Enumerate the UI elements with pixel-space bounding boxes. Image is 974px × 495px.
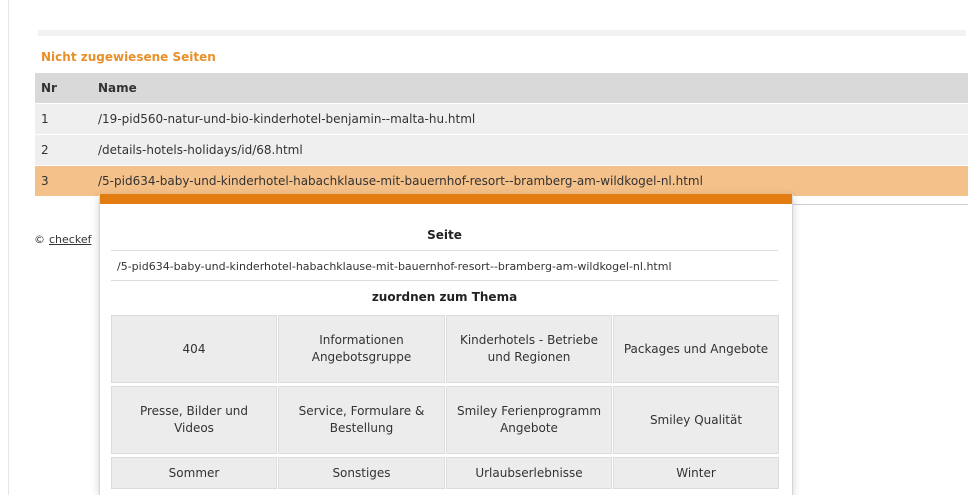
footer: © checkef xyxy=(34,233,91,246)
popup-accent-bar xyxy=(100,194,792,204)
divider xyxy=(790,204,968,205)
topic-button-winter[interactable]: Winter xyxy=(613,457,779,489)
column-header-name: Name xyxy=(92,73,968,104)
page: Nicht zugewiesene Seiten Nr Name 1 /19-p… xyxy=(0,0,974,495)
row-page-url[interactable]: /19-pid560-natur-und-bio-kinderhotel-ben… xyxy=(92,103,968,135)
table-row[interactable]: 1 /19-pid560-natur-und-bio-kinderhotel-b… xyxy=(35,103,968,135)
topic-button-kinderhotels[interactable]: Kinderhotels - Betriebe und Regionen xyxy=(446,315,612,383)
row-page-url[interactable]: /details-hotels-holidays/id/68.html xyxy=(92,134,968,166)
topic-button-qualitaet[interactable]: Smiley Qualität xyxy=(613,386,779,454)
topic-button-urlaubserlebnisse[interactable]: Urlaubserlebnisse xyxy=(446,457,612,489)
topic-button-packages[interactable]: Packages und Angebote xyxy=(613,315,779,383)
topic-button-404[interactable]: 404 xyxy=(111,315,277,383)
top-divider xyxy=(38,30,966,36)
popup-topic-heading: zuordnen zum Thema xyxy=(371,290,518,304)
table-row-selected[interactable]: 3 /5-pid634-baby-und-kinderhotel-habachk… xyxy=(35,165,968,197)
footer-link[interactable]: checkef xyxy=(49,233,91,246)
unassigned-pages-table: Nr Name 1 /19-pid560-natur-und-bio-kinde… xyxy=(35,73,968,197)
table-header-row: Nr Name xyxy=(35,73,968,104)
popup-page-heading: Seite xyxy=(427,228,462,242)
table-row[interactable]: 2 /details-hotels-holidays/id/68.html xyxy=(35,134,968,166)
topic-grid: 404 Informationen Angebotsgruppe Kinderh… xyxy=(111,315,779,489)
topic-button-sonstiges[interactable]: Sonstiges xyxy=(278,457,445,489)
row-page-url[interactable]: /5-pid634-baby-und-kinderhotel-habachkla… xyxy=(92,165,968,197)
copyright-symbol: © xyxy=(34,233,45,246)
frame-border xyxy=(8,0,9,495)
row-nr: 1 xyxy=(35,103,92,135)
column-header-nr: Nr xyxy=(35,73,92,104)
popup-page-url: /5-pid634-baby-und-kinderhotel-habachkla… xyxy=(111,250,778,281)
topic-button-sommer[interactable]: Sommer xyxy=(111,457,277,489)
topic-button-ferienprogramm[interactable]: Smiley Ferienprogramm Angebote xyxy=(446,386,612,454)
topic-button-service[interactable]: Service, Formulare & Bestellung xyxy=(278,386,445,454)
row-nr: 3 xyxy=(35,165,92,197)
topic-button-informationen[interactable]: Informationen Angebotsgruppe xyxy=(278,315,445,383)
row-nr: 2 xyxy=(35,134,92,166)
section-title: Nicht zugewiesene Seiten xyxy=(41,50,216,64)
topic-button-presse[interactable]: Presse, Bilder und Videos xyxy=(111,386,277,454)
